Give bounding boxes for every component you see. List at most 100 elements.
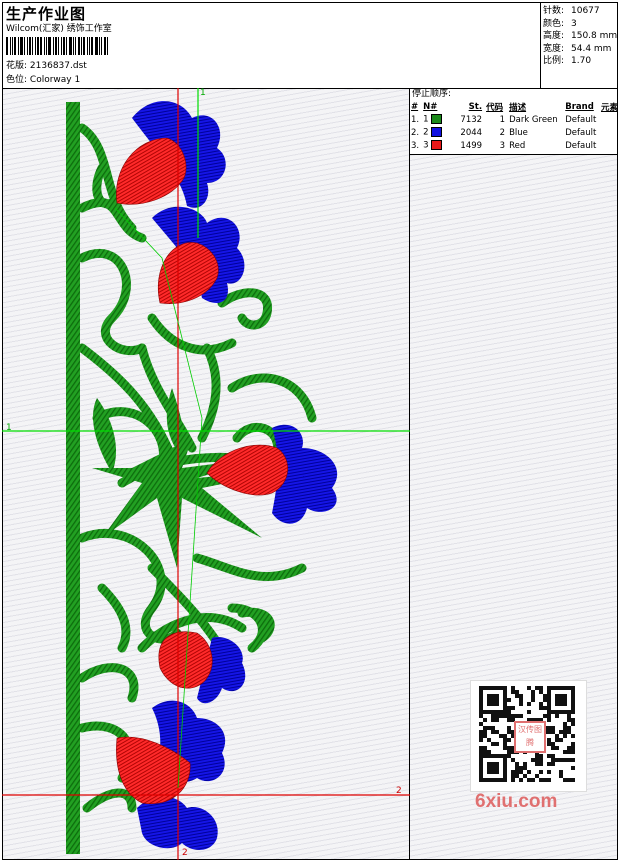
qr-module bbox=[487, 738, 491, 742]
barcode-bar bbox=[75, 37, 76, 55]
barcode-bar bbox=[89, 37, 90, 55]
qr-module bbox=[511, 690, 515, 694]
qr-module bbox=[539, 754, 543, 758]
qr-module bbox=[531, 694, 535, 698]
qr-module bbox=[567, 778, 571, 782]
stat-height: 高度: 150.8 mm bbox=[543, 31, 618, 41]
stop-row: 1. 1 7132 1 Dark Green Default bbox=[409, 113, 620, 126]
qr-module bbox=[491, 742, 495, 746]
qr-module bbox=[515, 714, 519, 718]
qr-module bbox=[543, 698, 547, 702]
row-description: Red bbox=[509, 140, 526, 151]
qr-module bbox=[563, 758, 567, 762]
barcode-bar bbox=[101, 37, 102, 55]
barcode-bar bbox=[66, 37, 67, 55]
stat-stitches: 针数: 10677 bbox=[543, 6, 600, 16]
qr-module bbox=[563, 734, 567, 738]
qr-module bbox=[543, 714, 547, 718]
qr-module bbox=[519, 714, 523, 718]
col-hash: # bbox=[411, 101, 419, 112]
barcode-bar bbox=[69, 37, 72, 55]
col-element: 元素 bbox=[600, 102, 618, 113]
qr-module bbox=[563, 750, 567, 754]
row-n: 2 bbox=[421, 126, 450, 139]
qr-module bbox=[483, 730, 487, 734]
qr-module bbox=[511, 758, 515, 762]
qr-module bbox=[551, 742, 555, 746]
barcode-bar bbox=[95, 37, 98, 55]
barcode-bar bbox=[40, 37, 42, 55]
qr-module bbox=[539, 706, 543, 710]
barcode-bar bbox=[78, 37, 80, 55]
qr-module bbox=[495, 714, 499, 718]
qr-module bbox=[571, 766, 575, 770]
qr-module bbox=[547, 730, 551, 734]
qr-module bbox=[495, 742, 499, 746]
row-brand: Default bbox=[565, 140, 597, 151]
qr-module bbox=[507, 750, 511, 754]
qr-module bbox=[531, 758, 535, 762]
axis-marker-bottom: 2 bbox=[182, 848, 188, 858]
qr-module bbox=[571, 734, 575, 738]
qr-module bbox=[571, 722, 575, 726]
qr-module bbox=[555, 738, 559, 742]
col-code: 代码 bbox=[486, 102, 504, 113]
barcode-bar bbox=[73, 37, 74, 55]
qr-module bbox=[555, 714, 559, 718]
barcode-bar bbox=[24, 37, 25, 55]
row-n-value: 1 bbox=[423, 114, 432, 125]
row-element bbox=[599, 126, 620, 139]
qr-module bbox=[483, 726, 487, 730]
qr-module bbox=[567, 750, 571, 754]
stat-width: 宽度: 54.4 mm bbox=[543, 43, 612, 54]
qr-module bbox=[547, 762, 551, 766]
stats-panel: 针数: 10677 颜色: 3 高度: 150.8 mm 宽度: 54.4 mm 比例:… bbox=[543, 5, 617, 68]
qr-module bbox=[515, 762, 519, 766]
watermark-seal: 汉传图腾 bbox=[514, 721, 546, 753]
stop-sequence-title: 停止顺序: bbox=[412, 89, 452, 99]
qr-module bbox=[479, 738, 483, 742]
barcode-bar bbox=[6, 37, 8, 55]
qr-module bbox=[515, 770, 519, 774]
qr-module bbox=[559, 738, 563, 742]
stop-table-header: # N# St. 代码 描述 Brand 元素 bbox=[409, 100, 620, 113]
barcode-bar bbox=[18, 37, 19, 55]
qr-module bbox=[491, 730, 495, 734]
qr-module bbox=[519, 778, 523, 782]
qr-module bbox=[555, 694, 567, 706]
qr-module bbox=[479, 714, 483, 718]
col-description: 描述 bbox=[509, 102, 527, 113]
stat-scale: 比例: 1.70 bbox=[543, 56, 592, 66]
qr-module bbox=[527, 710, 531, 714]
qr-module bbox=[479, 730, 483, 734]
qr-module bbox=[539, 690, 543, 694]
qr-module bbox=[543, 706, 547, 710]
row-n-value: 2 bbox=[423, 127, 432, 138]
qr-module bbox=[567, 718, 571, 722]
qr-module bbox=[571, 758, 575, 762]
qr-module bbox=[523, 774, 527, 778]
qr-module bbox=[559, 774, 563, 778]
qr-module bbox=[479, 722, 483, 726]
qr-module bbox=[523, 762, 527, 766]
qr-module bbox=[535, 774, 539, 778]
row-stitches: 2044 bbox=[460, 127, 483, 138]
qr-module bbox=[507, 698, 511, 702]
qr-module bbox=[499, 714, 503, 718]
qr-module bbox=[523, 766, 527, 770]
design-file-row: 花版: 2136837.dst bbox=[6, 61, 87, 72]
barcode-bar bbox=[48, 37, 51, 55]
qr-module bbox=[511, 770, 515, 774]
barcode-bar bbox=[46, 37, 47, 55]
qr-module bbox=[483, 746, 487, 750]
qr-module bbox=[487, 726, 491, 730]
qr-module bbox=[535, 758, 539, 762]
qr-module bbox=[507, 710, 511, 714]
qr-module bbox=[515, 774, 519, 778]
row-description: Blue bbox=[509, 127, 528, 138]
barcode bbox=[6, 37, 109, 55]
qr-module bbox=[511, 774, 515, 778]
qr-module bbox=[555, 758, 559, 762]
qr-module bbox=[499, 734, 503, 738]
qr-module bbox=[535, 686, 539, 690]
